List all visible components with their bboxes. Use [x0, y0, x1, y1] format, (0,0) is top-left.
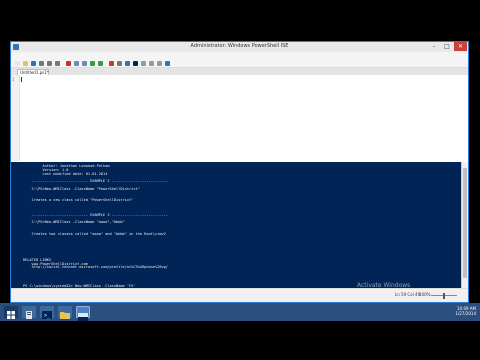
taskbar: >_ 10:09 AM 1/27/2014 — [0, 303, 480, 321]
folder-icon[interactable] — [58, 306, 72, 319]
powershell-ise-window: Administrator: Windows PowerShell ISE – … — [10, 41, 469, 303]
powershell-ise-icon[interactable] — [76, 306, 90, 321]
console-icon[interactable] — [133, 60, 138, 66]
console-line: http://social.technet.microsoft.com/prof… — [23, 265, 168, 270]
console-line: Creates a new class called "PowerShellDi… — [23, 197, 134, 202]
debug-icon[interactable] — [117, 60, 122, 66]
line-number: 1 — [12, 77, 15, 82]
paste-icon[interactable] — [55, 60, 60, 66]
zoom-slider-handle[interactable] — [443, 292, 445, 299]
toolbar — [11, 59, 468, 68]
redo-icon[interactable] — [82, 60, 87, 66]
powershell-icon[interactable]: >_ — [40, 306, 54, 319]
console-pane[interactable]: Author: Jonathan Loxwood-Pelham Version:… — [11, 162, 468, 291]
system-tray[interactable]: 10:09 AM 1/27/2014 — [455, 306, 476, 316]
clock-date: 1/27/2014 — [455, 311, 476, 316]
console-line: Last modified date: 01.01.2014 — [23, 171, 108, 176]
open-icon[interactable] — [23, 60, 28, 66]
line-number-gutter: 1 — [11, 75, 20, 161]
svg-text:>_: >_ — [44, 313, 51, 319]
new-file-icon[interactable] — [15, 60, 20, 66]
script-editor[interactable]: 1 — [11, 75, 468, 161]
console-scrollbar-thumb[interactable] — [463, 168, 467, 278]
window-title: Administrator: Windows PowerShell ISE — [190, 43, 289, 49]
console-line: -------------------------- EXAMPLE 3 ---… — [23, 212, 168, 217]
cut-icon[interactable] — [39, 60, 44, 66]
undo-icon[interactable] — [74, 60, 79, 66]
status-bar: Ln 59 Col 49 100% — [11, 288, 468, 302]
layout-icon[interactable] — [149, 60, 154, 66]
save-icon[interactable] — [31, 60, 36, 66]
run-icon[interactable] — [90, 60, 95, 66]
console-line: C:\PS>New-WMIClass -ClassName "aaaa","bb… — [23, 220, 125, 225]
copy-icon[interactable] — [47, 60, 52, 66]
console-line: -------------------------- EXAMPLE 2 ---… — [23, 179, 168, 183]
script-tab-bar: Untitled1.ps1* — [11, 68, 468, 75]
maximize-button[interactable]: □ — [441, 42, 453, 51]
cursor-position: Ln 59 Col 49 — [395, 292, 421, 297]
console-scrollbar[interactable] — [461, 162, 468, 291]
layout-icon[interactable] — [157, 60, 162, 66]
stop-icon[interactable] — [109, 60, 114, 66]
screen: Administrator: Windows PowerShell ISE – … — [0, 0, 480, 360]
run-selection-icon[interactable] — [98, 60, 103, 66]
console-line: C:\PS>New-WMIClass -ClassName "PowerShel… — [23, 186, 140, 191]
zoom-level: 100% — [419, 292, 431, 297]
menu-bar: File Edit View Tools Debug Add-ons Help — [11, 52, 468, 68]
server-manager-icon[interactable] — [22, 306, 36, 319]
console-line: Creates two classes called "aaaa" and "b… — [23, 231, 166, 236]
text-caret — [21, 77, 22, 82]
commands-icon[interactable] — [165, 60, 170, 66]
remote-icon[interactable] — [125, 60, 130, 66]
windows-icon[interactable] — [4, 306, 18, 319]
close-button[interactable]: ✕ — [454, 42, 467, 51]
layout-icon[interactable] — [141, 60, 146, 66]
clear-icon[interactable] — [66, 60, 71, 66]
minimize-button[interactable]: – — [428, 42, 440, 51]
